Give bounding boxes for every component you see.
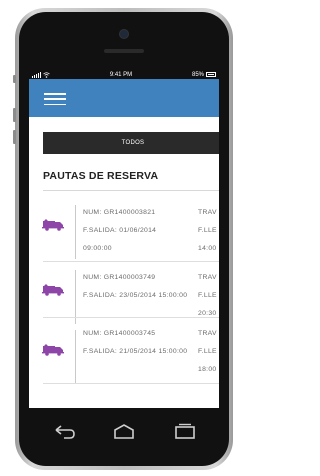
departure-time: 09:00:00 xyxy=(83,245,112,252)
departure-date: F.SALIDA: 01/06/2014 xyxy=(83,227,157,234)
row-separator xyxy=(43,317,219,318)
status-bar: 9:41 PM 85% xyxy=(29,70,219,79)
divider xyxy=(43,190,219,191)
reservation-row[interactable]: NUM: GR1400003745 F.SALIDA: 21/05/2014 1… xyxy=(29,326,219,404)
arrival-time: 18:00 xyxy=(198,366,217,373)
back-arrow-icon[interactable] xyxy=(52,422,78,442)
departure-date: F.SALIDA: 23/05/2014 15:00:00 xyxy=(83,292,188,299)
earpiece-speaker xyxy=(104,49,144,53)
wifi-icon xyxy=(43,71,50,78)
hamburger-icon[interactable] xyxy=(44,93,66,105)
section-title: PAUTAS DE RESERVA xyxy=(43,170,159,182)
battery-icon xyxy=(206,72,216,77)
travel-label: TRAV xyxy=(198,274,217,281)
arrival-time: 14:00 xyxy=(198,245,217,252)
android-nav-bar xyxy=(19,410,229,456)
status-right: 85% xyxy=(192,72,216,78)
row-separator xyxy=(43,383,219,384)
arrival-time: 20:30 xyxy=(198,310,217,317)
volume-up-button xyxy=(13,130,16,144)
volume-button xyxy=(13,108,16,122)
front-camera xyxy=(120,30,128,38)
reservation-number: NUM: GR1400003821 xyxy=(83,209,156,216)
home-icon[interactable] xyxy=(111,422,137,442)
truck-icon xyxy=(42,344,64,356)
app-header xyxy=(29,79,219,117)
signal-icon xyxy=(32,71,41,78)
travel-label: TRAV xyxy=(198,209,217,216)
row-divider xyxy=(75,205,76,259)
status-time: 9:41 PM xyxy=(109,71,133,78)
app-screen: 9:41 PM 85% TODOS PAUTAS DE RESERVA NUM:… xyxy=(29,70,219,408)
arrival-label: F.LLE xyxy=(198,227,217,234)
tab-todos[interactable]: TODOS xyxy=(43,132,219,154)
row-divider xyxy=(75,270,76,324)
row-separator xyxy=(43,261,219,262)
status-left xyxy=(32,71,50,78)
reservation-number: NUM: GR1400003749 xyxy=(83,274,156,281)
battery-percent: 85% xyxy=(191,71,204,78)
tab-todos-label: TODOS xyxy=(121,140,145,146)
departure-date: F.SALIDA: 21/05/2014 15:00:00 xyxy=(83,348,188,355)
mute-switch xyxy=(13,75,16,83)
recent-apps-icon[interactable] xyxy=(172,422,198,442)
row-divider xyxy=(75,330,76,384)
reservation-number: NUM: GR1400003745 xyxy=(83,330,156,337)
travel-label: TRAV xyxy=(198,330,217,337)
truck-icon xyxy=(42,284,64,296)
arrival-label: F.LLE xyxy=(198,292,217,299)
arrival-label: F.LLE xyxy=(198,348,217,355)
truck-icon xyxy=(42,219,64,231)
